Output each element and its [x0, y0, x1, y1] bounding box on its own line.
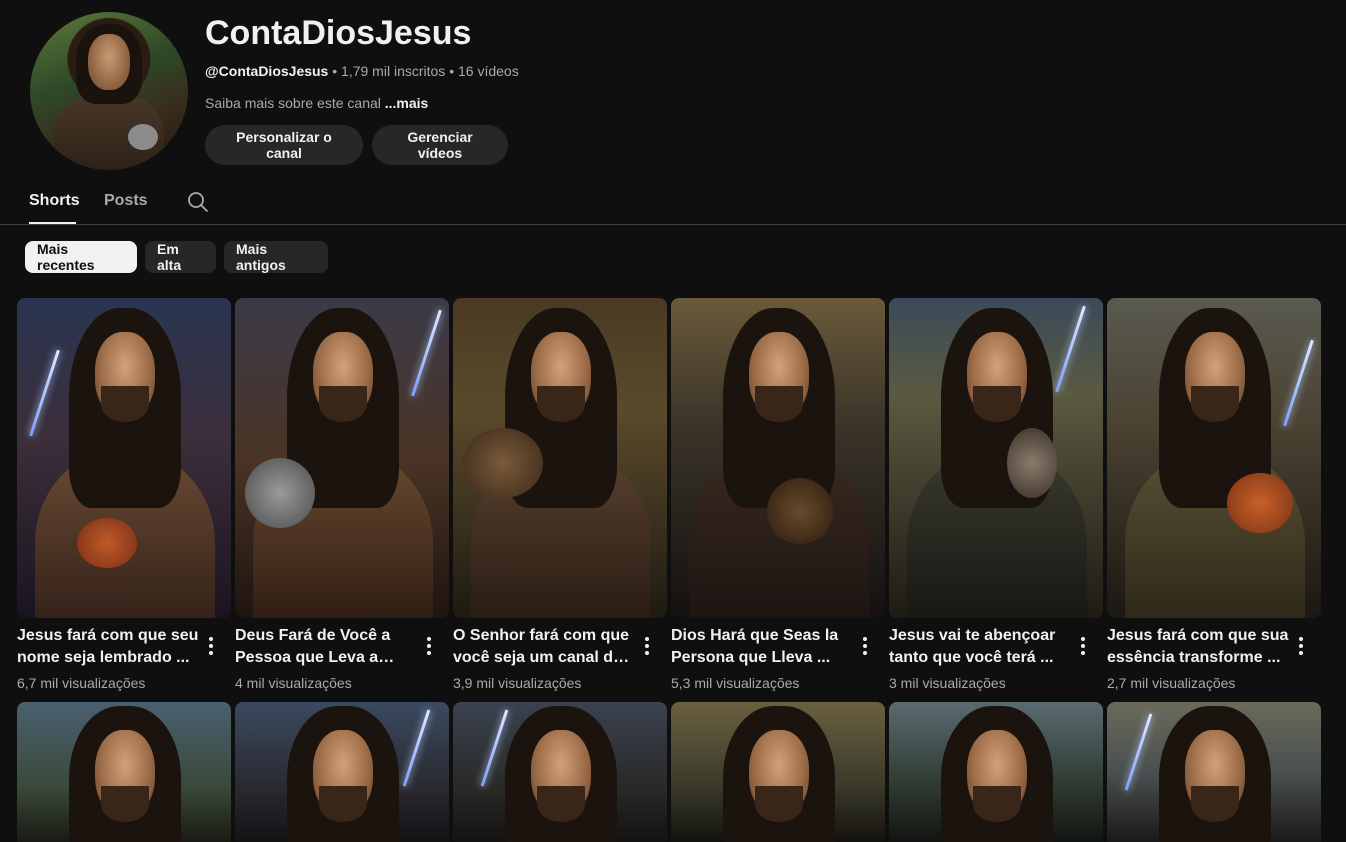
figure-beard: [973, 786, 1021, 822]
active-tab-indicator: [29, 222, 76, 224]
view-count: 3 mil visualizações: [889, 675, 1006, 691]
avatar-face: [88, 34, 130, 90]
ocelot: [767, 478, 833, 544]
short-title[interactable]: Deus Fará de Você a Pessoa que Leva a Su…: [235, 625, 417, 669]
about-more-link[interactable]: ...mais: [385, 95, 429, 111]
tab-posts[interactable]: Posts: [104, 192, 148, 210]
view-count: 2,7 mil visualizações: [1107, 675, 1236, 691]
short-thumbnail[interactable]: [453, 702, 667, 842]
capybara: [463, 428, 543, 498]
about-text: Saiba mais sobre este canal: [205, 95, 381, 111]
figure-beard: [1191, 386, 1239, 422]
figure-beard: [101, 786, 149, 822]
channel-header: ContaDiosJesus @ContaDiosJesus • 1,79 mi…: [0, 0, 1346, 180]
avatar-koala: [128, 124, 158, 150]
figure-beard: [755, 386, 803, 422]
view-count: 3,9 mil visualizações: [453, 675, 582, 691]
view-count: 4 mil visualizações: [235, 675, 352, 691]
more-options-icon[interactable]: [203, 634, 219, 658]
short-title[interactable]: Jesus fará com que seu nome seja lembrad…: [17, 625, 199, 669]
short-thumbnail[interactable]: [453, 298, 667, 618]
short-thumbnail[interactable]: [17, 702, 231, 842]
short-thumbnail[interactable]: [17, 298, 231, 618]
figure-beard: [973, 386, 1021, 422]
figure-beard: [537, 786, 585, 822]
meta-separator: •: [332, 63, 338, 79]
short-thumbnail[interactable]: [671, 702, 885, 842]
more-options-icon[interactable]: [1075, 634, 1091, 658]
meta-separator: •: [449, 63, 455, 79]
search-icon[interactable]: [186, 190, 210, 214]
view-count: 6,7 mil visualizações: [17, 675, 146, 691]
short-title[interactable]: Dios Hará que Seas la Persona que Lleva …: [671, 625, 853, 669]
short-title[interactable]: Jesus vai te abençoar tanto que você ter…: [889, 625, 1071, 669]
channel-tabs: Shorts Posts: [0, 180, 1346, 225]
channel-name: ContaDiosJesus: [205, 14, 472, 52]
leopard-cub: [245, 458, 315, 528]
filter-chip-oldest[interactable]: Mais antigos: [224, 241, 328, 273]
figure-beard: [1191, 786, 1239, 822]
more-options-icon[interactable]: [857, 634, 873, 658]
filter-chip-trending[interactable]: Em alta: [145, 241, 216, 273]
short-thumbnail[interactable]: [671, 298, 885, 618]
short-thumbnail[interactable]: [235, 702, 449, 842]
short-thumbnail[interactable]: [889, 702, 1103, 842]
video-count: 16 vídeos: [458, 63, 519, 79]
more-options-icon[interactable]: [639, 634, 655, 658]
customize-channel-button[interactable]: Personalizar o canal: [205, 125, 363, 165]
channel-handle: @ContaDiosJesus: [205, 63, 329, 79]
tab-shorts[interactable]: Shorts: [29, 192, 80, 210]
figure-beard: [319, 786, 367, 822]
view-count: 5,3 mil visualizações: [671, 675, 800, 691]
short-thumbnail[interactable]: [889, 298, 1103, 618]
manage-videos-button[interactable]: Gerenciar vídeos: [372, 125, 508, 165]
more-options-icon[interactable]: [421, 634, 437, 658]
figure-beard: [319, 386, 367, 422]
channel-meta: @ContaDiosJesus • 1,79 mil inscritos • 1…: [205, 63, 519, 79]
figure-beard: [755, 786, 803, 822]
filter-chip-recent[interactable]: Mais recentes: [25, 241, 137, 273]
more-options-icon[interactable]: [1293, 634, 1309, 658]
subscriber-count: 1,79 mil inscritos: [341, 63, 446, 79]
figure-beard: [101, 386, 149, 422]
short-thumbnail[interactable]: [1107, 702, 1321, 842]
baby-goat: [1007, 428, 1057, 498]
short-title[interactable]: O Senhor fará com que você seja um canal…: [453, 625, 635, 669]
short-thumbnail[interactable]: [1107, 298, 1321, 618]
figure-beard: [537, 386, 585, 422]
short-title[interactable]: Jesus fará com que sua essência transfor…: [1107, 625, 1289, 669]
channel-avatar[interactable]: [30, 12, 188, 170]
short-thumbnail[interactable]: [235, 298, 449, 618]
channel-about-link[interactable]: Saiba mais sobre este canal ...mais: [205, 95, 428, 111]
red-panda: [1227, 473, 1293, 533]
red-panda: [77, 518, 137, 568]
